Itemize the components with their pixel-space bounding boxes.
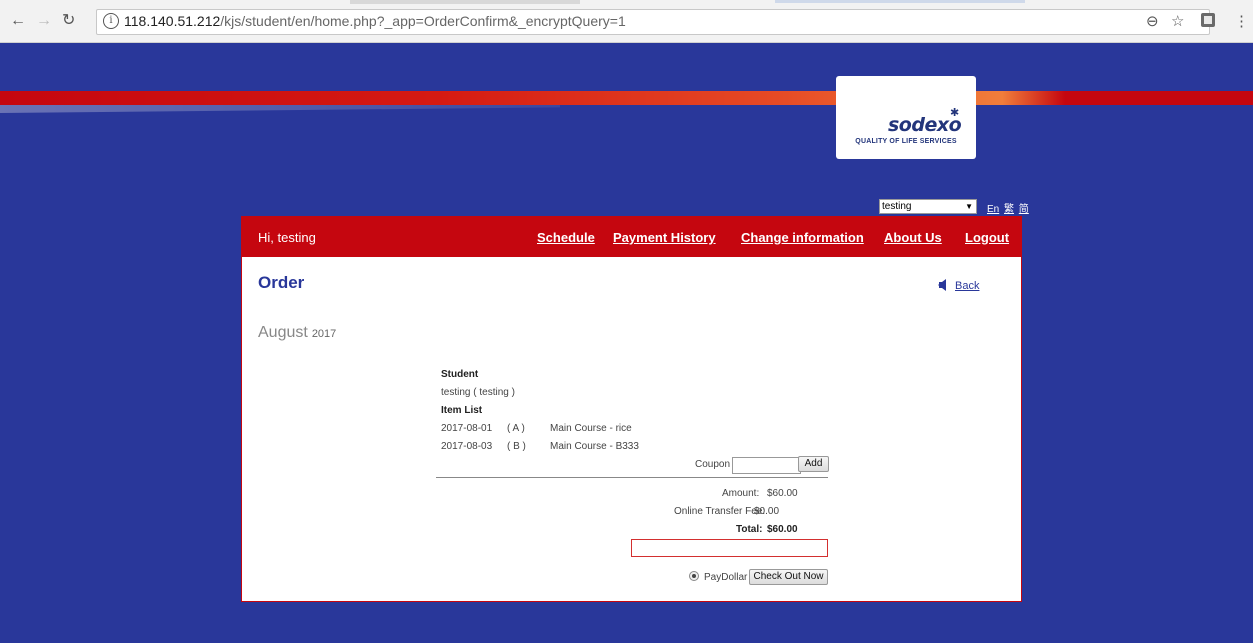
student-value: testing ( testing ) xyxy=(441,387,515,398)
check-out-button[interactable]: Check Out Now xyxy=(749,569,828,585)
item-list-label: Item List xyxy=(441,405,483,416)
item-desc: Main Course - B333 xyxy=(550,441,639,452)
payment-message-box xyxy=(631,539,828,557)
amount-label: Amount: xyxy=(722,488,760,499)
header-band-shadow xyxy=(0,105,560,113)
nav-schedule[interactable]: Schedule xyxy=(537,230,595,245)
browser-toolbar: ← → ↻ i 118.140.51.212/kjs/student/en/ho… xyxy=(0,0,1253,43)
tab-hint xyxy=(775,0,1025,3)
fee-label: Online Transfer Fee: xyxy=(674,506,766,517)
order-panel: Hi, testing Schedule Payment History Cha… xyxy=(241,216,1022,602)
url-path: /kjs/student/en/home.php?_app=OrderConfi… xyxy=(220,13,626,29)
lang-link-en[interactable]: En xyxy=(987,204,999,215)
logo-star-icon: ✱ xyxy=(950,107,960,119)
add-coupon-button[interactable]: Add xyxy=(798,456,829,472)
url-text: 118.140.51.212/kjs/student/en/home.php?_… xyxy=(124,13,626,29)
zoom-icon[interactable]: ⊖ xyxy=(1146,12,1159,30)
totals-divider xyxy=(436,477,828,478)
back-arrow-icon[interactable]: ← xyxy=(10,12,26,30)
month-name: August xyxy=(258,324,308,341)
coupon-label: Coupon xyxy=(695,459,731,470)
sodexo-logo: sodexo ✱ QUALITY OF LIFE SERVICES xyxy=(836,76,976,159)
item-desc: Main Course - rice xyxy=(550,423,632,434)
back-link[interactable]: Back xyxy=(955,280,979,292)
item-code: ( B ) xyxy=(507,441,526,452)
month-year: 2017 xyxy=(311,328,337,340)
dropdown-arrow-icon: ▼ xyxy=(965,202,973,211)
nav-change-information[interactable]: Change information xyxy=(741,230,864,245)
extension-icon[interactable] xyxy=(1201,13,1215,27)
total-label: Total: xyxy=(736,524,763,535)
amount-value: $60.00 xyxy=(767,488,798,499)
nav-logout[interactable]: Logout xyxy=(965,230,1009,245)
lang-link-traditional[interactable]: 繁 xyxy=(1004,204,1014,215)
lang-link-simplified[interactable]: 简 xyxy=(1019,204,1029,215)
item-code: ( A ) xyxy=(507,423,525,434)
month-heading: August 2017 xyxy=(258,324,336,342)
forward-arrow-icon[interactable]: → xyxy=(36,12,52,30)
payment-method-label: PayDollar xyxy=(704,572,748,583)
logo-tagline: QUALITY OF LIFE SERVICES xyxy=(855,138,957,145)
item-date: 2017-08-01 xyxy=(441,423,493,434)
nav-payment-history[interactable]: Payment History xyxy=(613,230,716,245)
user-select-value: testing xyxy=(882,201,912,212)
url-host: 118.140.51.212 xyxy=(124,13,221,29)
bookmark-star-icon[interactable]: ☆ xyxy=(1171,12,1184,30)
greeting: Hi, testing xyxy=(258,230,316,245)
student-label: Student xyxy=(441,369,479,380)
language-links: En 繁 简 xyxy=(987,200,1031,215)
paydollar-radio[interactable] xyxy=(689,571,699,581)
tab-hint xyxy=(350,0,580,4)
coupon-input[interactable] xyxy=(732,457,801,474)
fee-value: $0.00 xyxy=(754,506,780,517)
header-red-band xyxy=(0,91,1253,105)
page-title: Order xyxy=(258,273,305,292)
main-navbar: Hi, testing Schedule Payment History Cha… xyxy=(242,216,1021,257)
nav-about-us[interactable]: About Us xyxy=(884,230,942,245)
address-bar[interactable]: i 118.140.51.212/kjs/student/en/home.php… xyxy=(96,9,1210,35)
menu-kebab-icon[interactable]: ⋮ xyxy=(1234,12,1249,30)
reload-icon[interactable]: ↻ xyxy=(62,12,75,30)
user-select[interactable]: testing ▼ xyxy=(879,199,977,214)
back-arrow-icon[interactable] xyxy=(938,279,946,291)
item-date: 2017-08-03 xyxy=(441,441,493,452)
total-value: $60.00 xyxy=(767,524,798,535)
info-icon[interactable]: i xyxy=(103,13,119,29)
